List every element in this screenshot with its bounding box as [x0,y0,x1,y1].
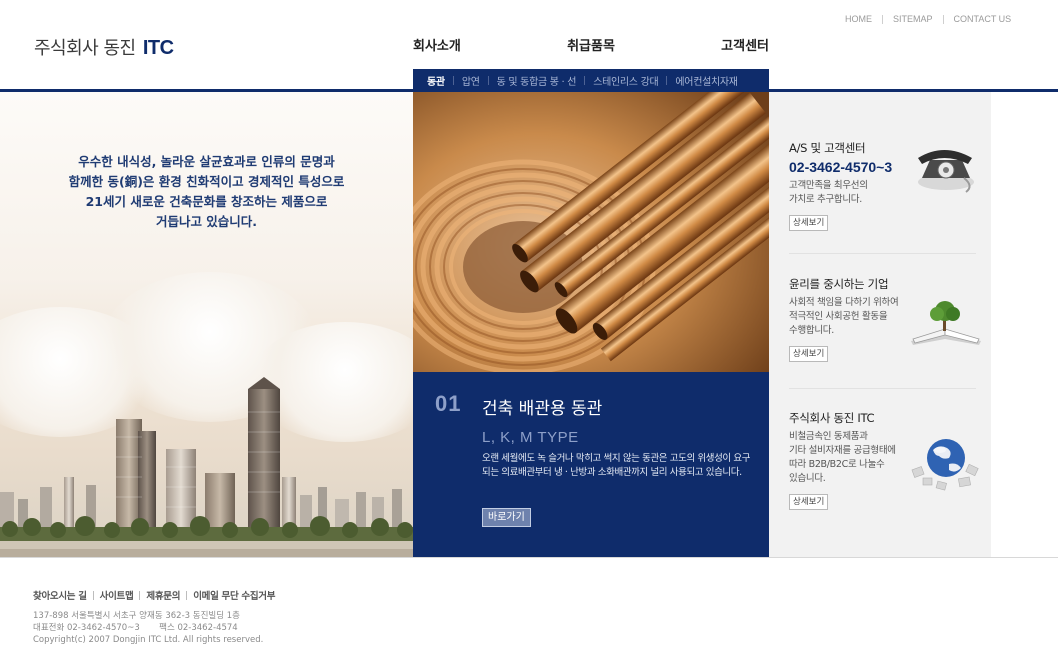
main-nav: 회사소개 취급품목 고객센터 [413,35,769,54]
sub-nav-separator [666,75,668,85]
sub-nav-rod-wire[interactable]: 동 및 동합금 봉 · 선 [497,73,577,88]
sidebar: A/S 및 고객센터 02-3462-4570~3 고객만족을 최우선의 가치로… [769,92,991,557]
footer-fax: 팩스 02-3462-4574 [159,623,238,633]
util-separator [882,14,883,24]
logo-brand: ITC [142,37,174,59]
footer-separator [139,590,141,600]
company-more-button[interactable]: 상세보기 [789,494,829,510]
footer-link-directions[interactable]: 찾아오시는 길 [33,588,87,602]
telephone-icon [918,150,974,193]
sidebar-block-title: 주식회사 동진 ITC [789,411,875,425]
footer-copyright: Copyright(c) 2007 Dongjin ITC Ltd. All r… [33,635,264,645]
footer-divider [0,557,1058,558]
feature-type: L, K, M TYPE [482,429,579,446]
hero-city-image: 우수한 내식성, 놀라운 살균효과로 인류의 문명과 함께한 동(銅)은 환경 … [0,92,413,557]
copper-tube-photo [413,92,769,372]
hero-line: 함께한 동(銅)은 환경 친화적이고 경제적인 특성으로 [68,174,345,189]
sub-nav-separator [452,75,454,85]
feature-description: 오랜 세월에도 녹 슬거나 막히고 썩지 않는 동관은 고도의 위생성이 요구되… [482,453,751,478]
globe-icon [911,439,979,491]
featured-product-panel: 01 건축 배관용 동관 L, K, M TYPE 오랜 세월에도 녹 슬거나 … [413,372,769,557]
copper-tube-image [413,92,769,372]
city-skyline-illustration [0,377,413,557]
hero-line: 우수한 내식성, 놀라운 살균효과로 인류의 문명과 [78,154,335,169]
text-line: 가치로 추구합니다. [789,194,862,205]
main-nav-company[interactable]: 회사소개 [413,35,461,54]
hero-line: 거듭나고 있습니다. [155,214,258,229]
sub-nav-copper-tube[interactable]: 동관 [427,73,445,88]
footer-address: 137-898 서울특별시 서초구 양재동 362-3 동진빌딩 1층 [33,611,240,621]
main-nav-products[interactable]: 취급품목 [567,35,615,54]
util-link-home[interactable]: HOME [845,14,872,24]
sidebar-divider [789,388,976,389]
feature-go-button[interactable]: 바로가기 [482,508,531,527]
feature-number: 01 [435,391,462,416]
util-link-contact[interactable]: CONTACT US [954,14,1012,24]
footer-info: 137-898 서울특별시 서초구 양재동 362-3 동진빌딩 1층 대표전화… [33,610,263,646]
footer-link-sitemap[interactable]: 사이트맵 [100,588,134,602]
site-logo[interactable]: 주식회사 동진 ITC [34,34,174,60]
utility-nav: HOME SITEMAP CONTACT US [845,14,1011,24]
book-tree-icon [911,301,981,345]
sub-nav-rolled[interactable]: 압연 [462,73,480,88]
footer-link-email-policy[interactable]: 이메일 무단 수집거부 [193,588,275,602]
util-separator [942,14,944,24]
footer-separator [186,590,188,600]
util-link-sitemap[interactable]: SITEMAP [893,14,933,24]
footer-phone: 대표전화 02-3462-4570~3 [33,623,140,633]
sub-nav: 동관 압연 동 및 동합금 봉 · 선 스테인리스 강대 에어컨설치자재 [413,69,769,91]
customer-center-more-button[interactable]: 상세보기 [789,215,829,231]
main-nav-customer[interactable]: 고객센터 [721,35,769,54]
sidebar-divider [789,253,976,254]
hero-tagline: 우수한 내식성, 놀라운 살균효과로 인류의 문명과 함께한 동(銅)은 환경 … [0,152,413,232]
footer-nav: 찾아오시는 길 사이트맵 제휴문의 이메일 무단 수집거부 [33,588,275,602]
ethics-more-button[interactable]: 상세보기 [789,346,829,362]
feature-title: 건축 배관용 동관 [482,399,603,419]
sidebar-block-title: 윤리를 중시하는 기업 [789,277,889,291]
footer-contact: 대표전화 02-3462-4570~3 팩스 02-3462-4574 [33,622,263,634]
hero-line: 21세기 새로운 건축문화를 창조하는 제품으로 [85,194,328,209]
sub-nav-separator [584,75,586,85]
sub-nav-separator [487,75,489,85]
sub-nav-aircon[interactable]: 에어컨설치자재 [675,73,738,88]
sub-nav-stainless[interactable]: 스테인리스 강대 [593,73,658,88]
footer-separator [92,590,94,600]
footer-link-partnership[interactable]: 제휴문의 [146,588,180,602]
logo-text: 주식회사 동진 [34,38,136,59]
